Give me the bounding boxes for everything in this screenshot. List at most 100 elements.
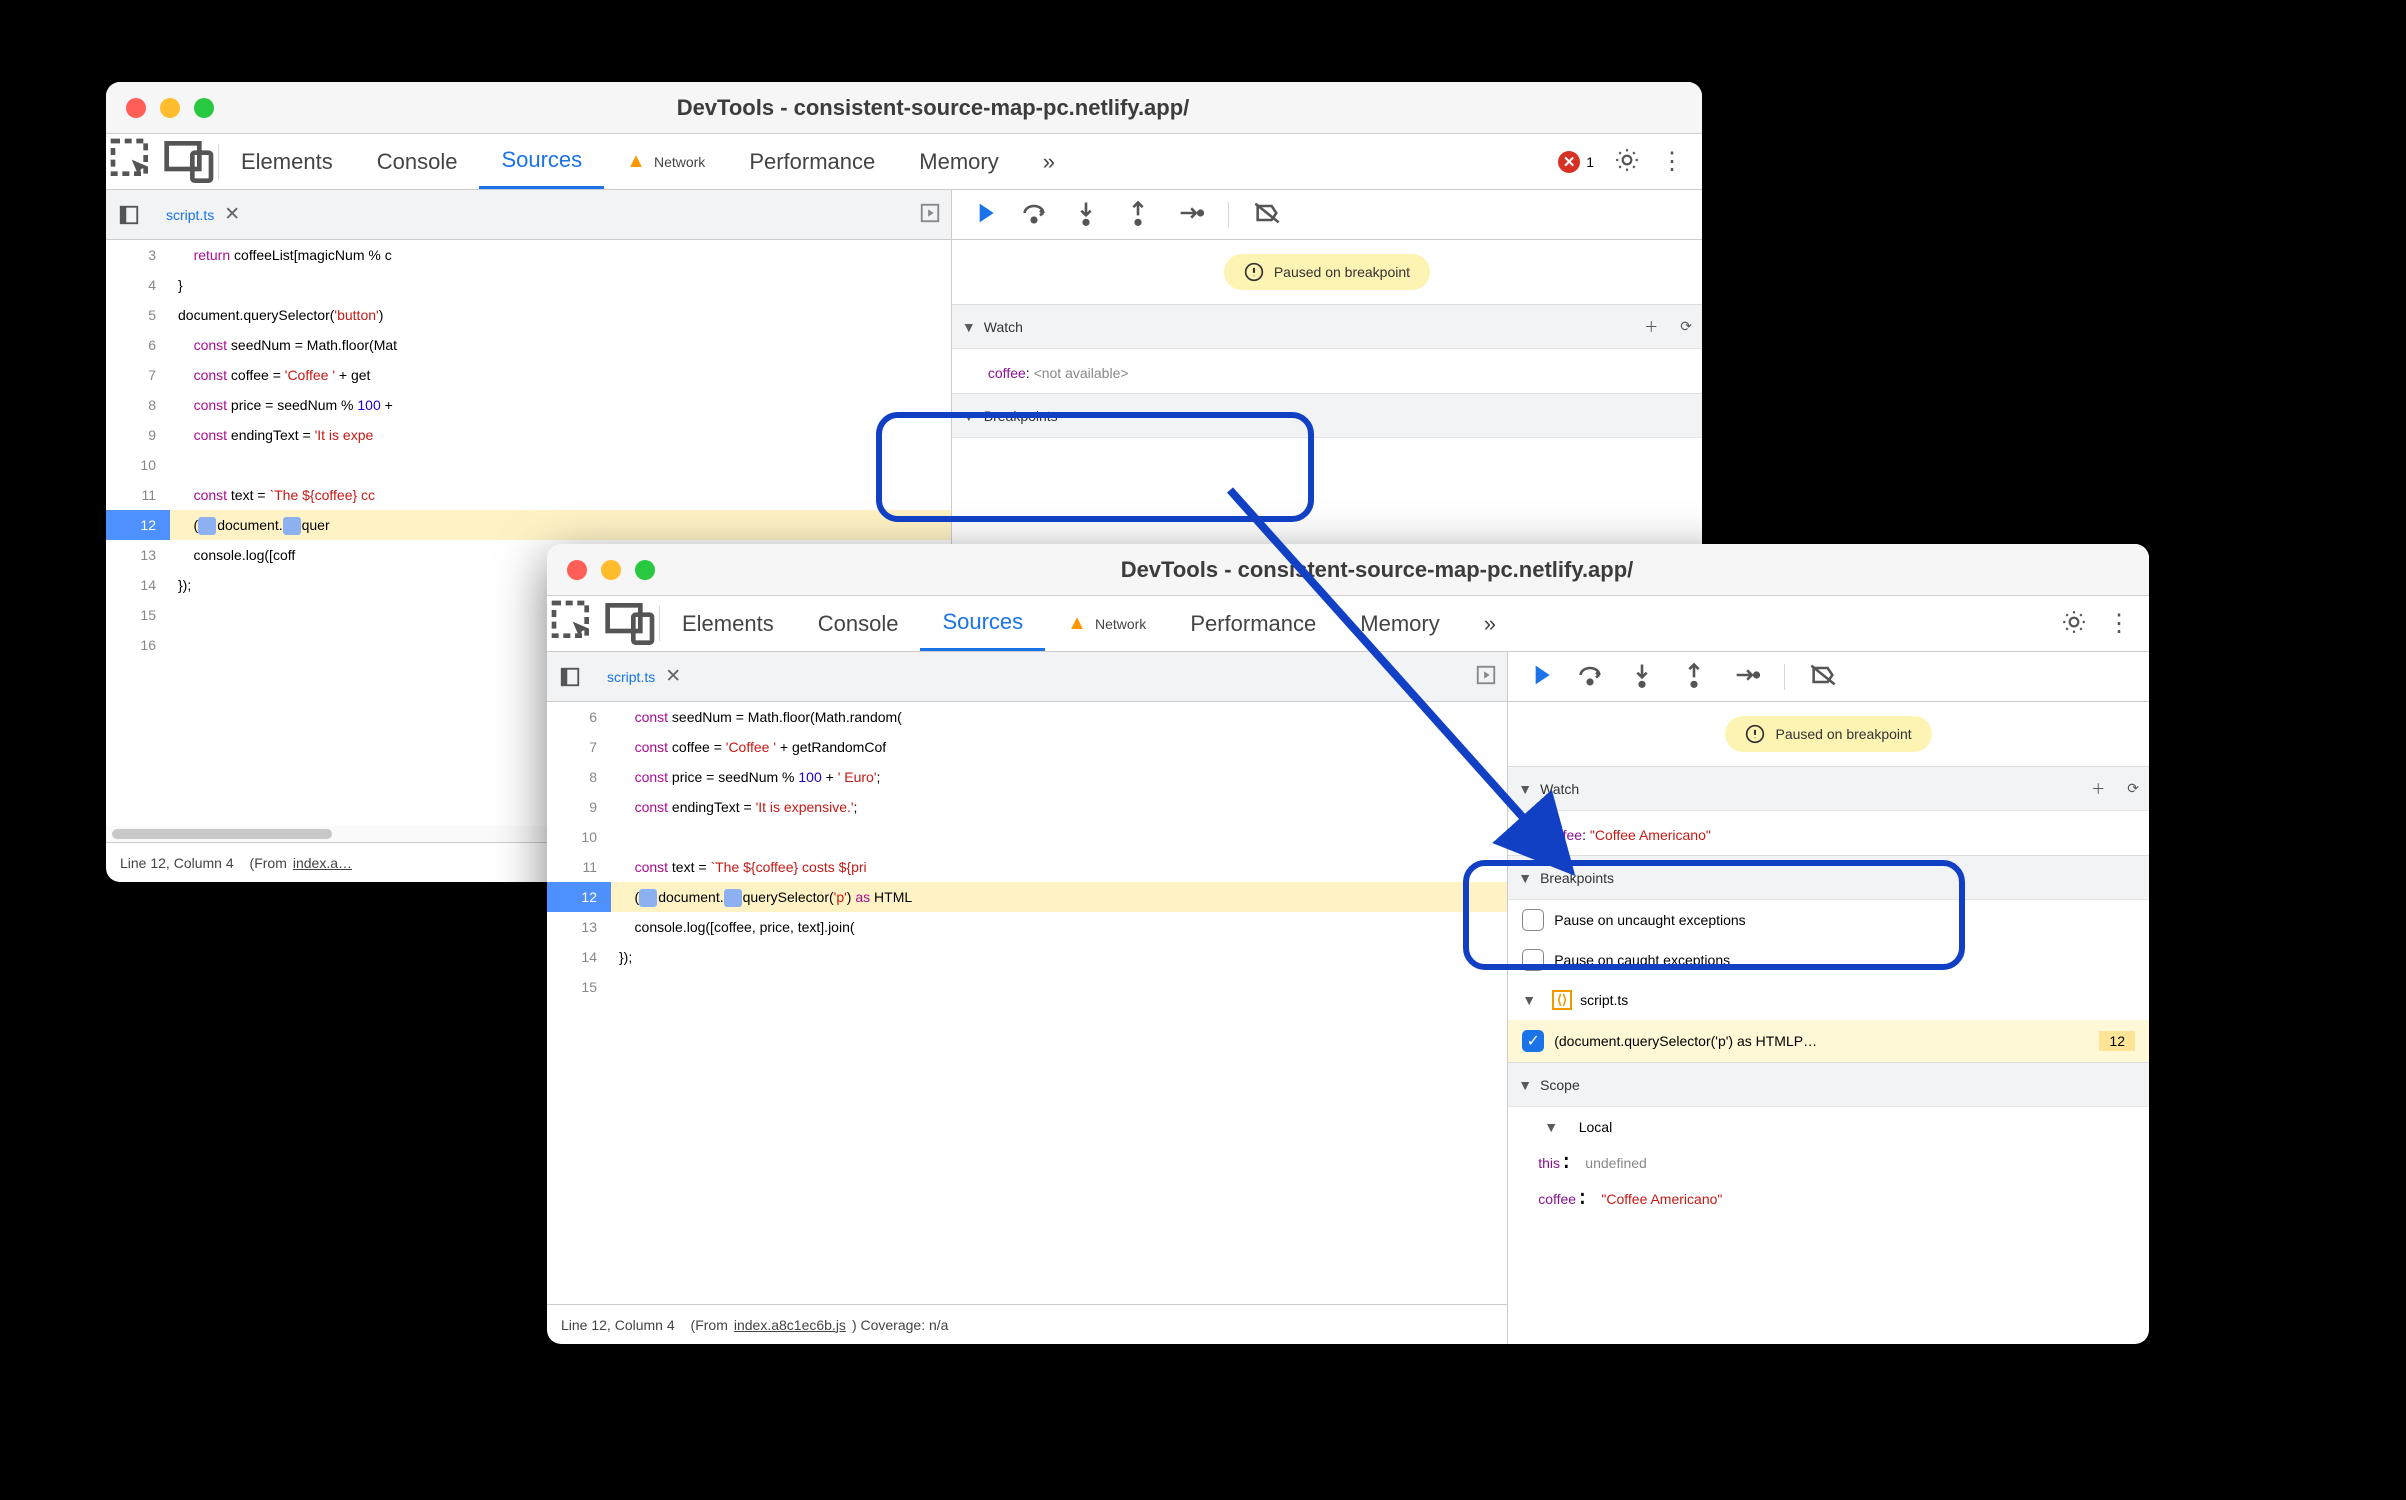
tab-memory[interactable]: Memory <box>897 134 1020 189</box>
traffic-lights <box>547 560 675 580</box>
step-icon[interactable] <box>1732 661 1760 692</box>
close-window-icon[interactable] <box>567 560 587 580</box>
file-tabs: script.ts ✕ <box>547 652 1507 702</box>
resume-icon[interactable] <box>968 199 996 230</box>
chevron-down-icon: ▼ <box>962 408 976 424</box>
scope-label: Scope <box>1540 1077 1580 1093</box>
watch-key: coffee <box>988 365 1026 381</box>
tab-console[interactable]: Console <box>796 596 921 651</box>
add-watch-icon[interactable]: ＋ <box>2091 779 2105 799</box>
from-label: (From <box>250 855 287 871</box>
resume-icon[interactable] <box>1524 661 1552 692</box>
var-value: undefined <box>1585 1155 1647 1171</box>
tab-elements[interactable]: Elements <box>219 134 355 189</box>
error-count-value: 1 <box>1586 154 1594 170</box>
device-toggle-icon[interactable] <box>162 134 218 189</box>
minimize-window-icon[interactable] <box>160 98 180 118</box>
from-label: (From <box>691 1317 728 1333</box>
watch-label: Watch <box>984 319 1023 335</box>
gear-icon[interactable] <box>2061 609 2087 638</box>
deactivate-breakpoints-icon[interactable] <box>1809 661 1837 692</box>
window-title: DevTools - consistent-source-map-pc.netl… <box>234 95 1702 121</box>
kebab-menu-icon[interactable]: ⋮ <box>1660 147 1684 176</box>
source-map-link[interactable]: index.a… <box>293 855 352 871</box>
deactivate-breakpoints-icon[interactable] <box>1253 199 1281 230</box>
tab-network[interactable]: ▲Network <box>1045 596 1168 651</box>
chevron-down-icon: ▼ <box>1518 1077 1532 1093</box>
run-snippet-icon[interactable] <box>919 202 951 227</box>
file-tab-script[interactable]: script.ts ✕ <box>593 652 695 701</box>
maximize-window-icon[interactable] <box>194 98 214 118</box>
breakpoint-file[interactable]: ▼ ⟨⟩ script.ts <box>1508 980 2149 1020</box>
devtools-tabs: Elements Console Sources ▲Network Perfor… <box>547 596 2149 652</box>
file-name: script.ts <box>1580 992 1628 1008</box>
source-map-link[interactable]: index.a8c1ec6b.js <box>734 1317 846 1333</box>
tab-sources[interactable]: Sources <box>920 596 1045 651</box>
status-bar: Line 12, Column 4 (From index.a8c1ec6b.j… <box>547 1304 1507 1344</box>
breakpoints-header[interactable]: ▼Breakpoints <box>952 394 1702 438</box>
tab-performance[interactable]: Performance <box>727 134 897 189</box>
error-count[interactable]: ✕1 <box>1558 151 1594 173</box>
run-snippet-icon[interactable] <box>1475 664 1507 689</box>
watch-expression[interactable]: coffee: "Coffee Americano" <box>1508 811 2149 855</box>
step-icon[interactable] <box>1176 199 1204 230</box>
chevron-down-icon: ▼ <box>1544 1119 1558 1135</box>
tab-more[interactable]: » <box>1021 134 1077 189</box>
step-over-icon[interactable] <box>1020 199 1048 230</box>
tab-memory[interactable]: Memory <box>1338 596 1461 651</box>
inspect-icon[interactable] <box>106 134 162 189</box>
close-window-icon[interactable] <box>126 98 146 118</box>
warning-icon: ▲ <box>626 150 646 173</box>
kebab-menu-icon[interactable]: ⋮ <box>2107 609 2131 638</box>
pause-caught[interactable]: Pause on caught exceptions <box>1508 940 2149 980</box>
cursor-position: Line 12, Column 4 <box>561 1317 675 1333</box>
navigator-toggle-icon[interactable] <box>106 204 152 226</box>
tab-performance[interactable]: Performance <box>1168 596 1338 651</box>
refresh-icon[interactable]: ⟳ <box>2127 780 2139 797</box>
tab-console[interactable]: Console <box>355 134 480 189</box>
scope-header[interactable]: ▼ Scope <box>1508 1063 2149 1107</box>
tab-network[interactable]: ▲Network <box>604 134 727 189</box>
tab-sources[interactable]: Sources <box>479 134 604 189</box>
watch-header[interactable]: ▼ Watch ＋ ⟳ <box>1508 767 2149 811</box>
device-toggle-icon[interactable] <box>603 596 659 651</box>
navigator-toggle-icon[interactable] <box>547 666 593 688</box>
var-key: this <box>1538 1155 1560 1171</box>
step-into-icon[interactable] <box>1072 199 1100 230</box>
pause-uncaught[interactable]: Pause on uncaught exceptions <box>1508 900 2149 940</box>
scope-local[interactable]: ▼ Local <box>1508 1107 2149 1143</box>
checkbox-icon[interactable] <box>1522 909 1544 931</box>
watch-expression[interactable]: coffee: <not available> <box>952 349 1702 393</box>
add-watch-icon[interactable]: ＋ <box>1644 317 1658 337</box>
refresh-icon[interactable]: ⟳ <box>1680 318 1692 335</box>
minimize-window-icon[interactable] <box>601 560 621 580</box>
step-into-icon[interactable] <box>1628 661 1656 692</box>
file-tab-label: script.ts <box>607 669 655 685</box>
chevron-down-icon: ▼ <box>1522 992 1536 1008</box>
close-tab-icon[interactable]: ✕ <box>665 665 681 688</box>
breakpoint-row[interactable]: ✓(document.querySelector('p') as HTMLP…1… <box>1508 1020 2149 1062</box>
close-tab-icon[interactable]: ✕ <box>224 203 240 226</box>
file-tabs: script.ts✕ <box>106 190 951 240</box>
maximize-window-icon[interactable] <box>635 560 655 580</box>
step-out-icon[interactable] <box>1124 199 1152 230</box>
step-over-icon[interactable] <box>1576 661 1604 692</box>
breakpoint-line: 12 <box>2099 1031 2135 1051</box>
tab-elements[interactable]: Elements <box>660 596 796 651</box>
watch-header[interactable]: ▼ Watch ＋ ⟳ <box>952 305 1702 349</box>
checkbox-checked-icon[interactable]: ✓ <box>1522 1030 1544 1052</box>
tab-more[interactable]: » <box>1462 596 1518 651</box>
chevron-down-icon: ▼ <box>1518 781 1532 797</box>
inspect-icon[interactable] <box>547 596 603 651</box>
step-out-icon[interactable] <box>1680 661 1708 692</box>
devtools-window-after: DevTools - consistent-source-map-pc.netl… <box>547 544 2149 1344</box>
label: Pause on caught exceptions <box>1554 952 1730 968</box>
gear-icon[interactable] <box>1614 147 1640 176</box>
watch-label: Watch <box>1540 781 1579 797</box>
chevron-down-icon: ▼ <box>962 319 976 335</box>
checkbox-icon[interactable] <box>1522 949 1544 971</box>
file-icon: ⟨⟩ <box>1552 990 1572 1010</box>
code-editor[interactable]: 6 const seedNum = Math.floor(Math.random… <box>547 702 1507 1003</box>
file-tab-script[interactable]: script.ts✕ <box>152 190 254 239</box>
breakpoints-header[interactable]: ▼Breakpoints <box>1508 856 2149 900</box>
